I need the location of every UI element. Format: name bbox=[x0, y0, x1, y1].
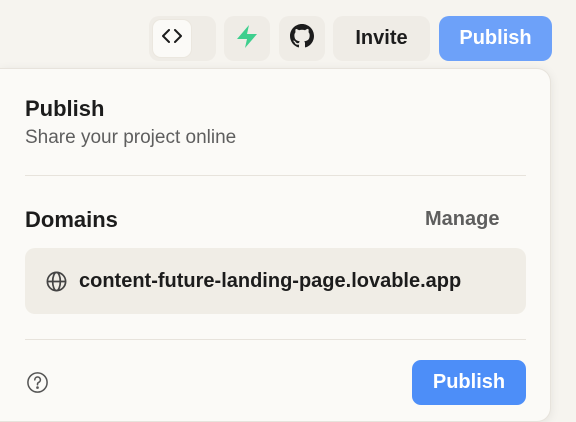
publish-popover: Publish Share your project online Domain… bbox=[0, 68, 551, 422]
code-toggle[interactable] bbox=[149, 16, 216, 61]
popover-title: Publish bbox=[25, 96, 105, 121]
domains-heading: Domains bbox=[25, 207, 118, 232]
invite-button[interactable]: Invite bbox=[333, 16, 430, 61]
domain-row[interactable]: content-future-landing-page.lovable.app bbox=[25, 248, 526, 314]
publish-top-button[interactable]: Publish bbox=[439, 16, 552, 61]
github-icon bbox=[290, 24, 314, 53]
top-toolbar: Invite Publish bbox=[0, 0, 576, 66]
code-view-button[interactable] bbox=[153, 20, 191, 57]
question-circle-icon[interactable] bbox=[26, 371, 49, 394]
divider bbox=[25, 175, 526, 176]
popover-subtitle: Share your project online bbox=[25, 127, 237, 148]
publish-button[interactable]: Publish bbox=[412, 360, 526, 405]
supabase-bolt-icon bbox=[235, 24, 259, 54]
divider bbox=[25, 339, 526, 340]
code-brackets-icon bbox=[162, 29, 182, 48]
globe-icon bbox=[45, 270, 68, 293]
github-button[interactable] bbox=[279, 16, 325, 61]
supabase-button[interactable] bbox=[224, 16, 270, 61]
domain-url: content-future-landing-page.lovable.app bbox=[79, 269, 462, 292]
manage-domains-link[interactable]: Manage bbox=[425, 208, 499, 231]
